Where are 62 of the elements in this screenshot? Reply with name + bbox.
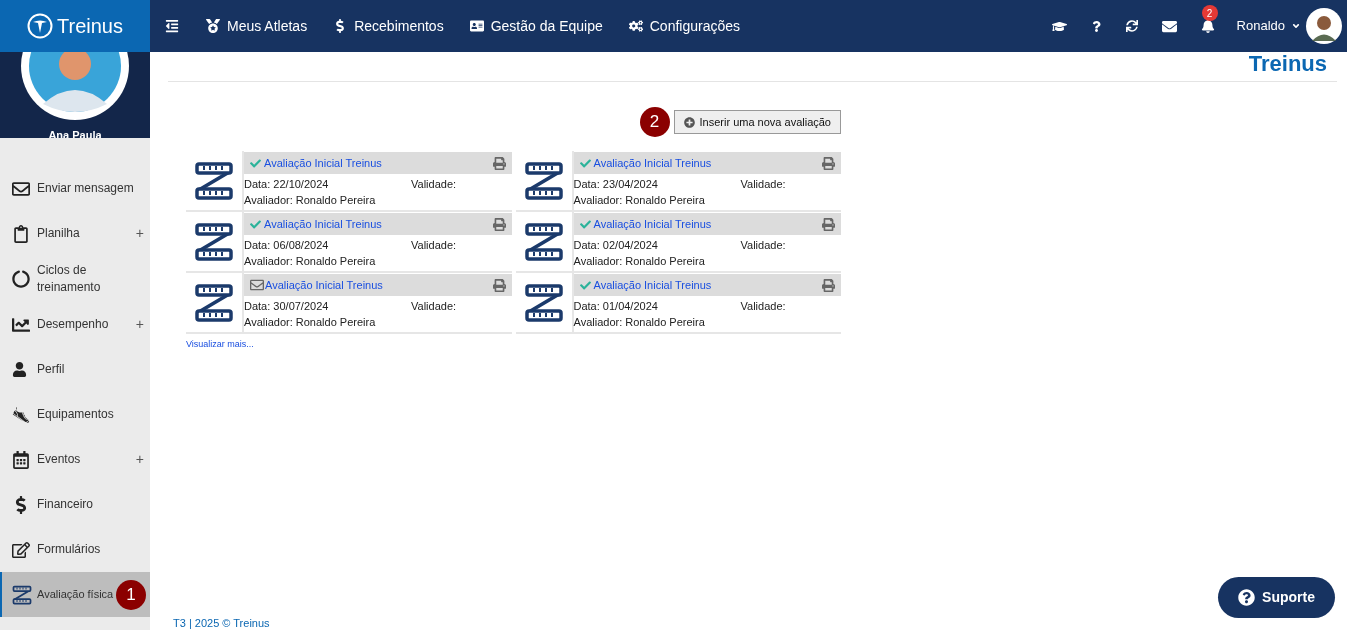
evaluation-date: Data: 02/04/2024 [573,237,659,253]
sidebar-item[interactable]: Avaliação física 1 [0,572,150,617]
sidebar-label: Eventos [37,451,82,468]
evaluation-link[interactable]: Avaliação Inicial Treinus [593,276,712,294]
footer-text: T3 | 2025 © Treinus [173,617,271,630]
sidebar-item[interactable]: Formulários [0,527,150,572]
expand-toggle[interactable]: + [135,449,146,470]
sidebar-label: Enviar mensagem [37,180,135,197]
evaluator-name: Avaliador: Ronaldo Pereira [244,315,377,330]
add-evaluation-button[interactable]: Inserir uma nova avaliação [673,110,841,134]
evaluator-name: Avaliador: Ronaldo Pereira [244,193,377,208]
evaluation-link[interactable]: Avaliação Inicial Treinus [265,276,383,294]
step-marker: 2 [639,107,670,137]
nav-link[interactable]: Configurações [615,0,754,52]
logo-area[interactable]: Treinus [0,0,150,52]
evaluation-validity: Validade: [740,298,786,314]
evaluation-validity: Validade: [411,176,457,192]
sidebar-label: Financeiro [37,496,95,513]
evaluation-link[interactable]: Avaliação Inicial Treinus [264,154,382,172]
sidebar-label: Formulários [37,541,102,558]
nav-link[interactable]: Recebimentos [320,0,457,52]
nav-link[interactable]: Gestão da Equipe [456,0,616,52]
evaluation-link[interactable]: Avaliação Inicial Treinus [593,215,712,233]
sidebar-item[interactable]: Equipamentos [0,392,150,437]
nav-link[interactable]: Meus Atletas [193,0,321,52]
sidebar-label: Avaliação física [37,587,115,602]
evaluator-name: Avaliador: Ronaldo Pereira [573,193,706,208]
evaluation-date: Data: 06/08/2024 [244,237,330,253]
sidebar-item[interactable]: Perfil [0,347,150,392]
evaluation-validity: Validade: [740,176,786,192]
evaluation-link[interactable]: Avaliação Inicial Treinus [264,215,382,233]
sidebar-item[interactable]: Desempenho + [0,302,150,347]
notification-badge: 2 [1201,5,1218,21]
evaluation-date: Data: 30/07/2024 [244,298,330,314]
sidebar-item[interactable]: Enviar mensagem [0,166,150,211]
sidebar-item[interactable]: Planilha + [0,211,150,256]
support-button[interactable]: Suporte [1218,577,1335,618]
logo-text: Treinus [57,14,123,39]
view-more-link[interactable]: Visualizar mais... [186,338,841,352]
evaluation-date: Data: 23/04/2024 [573,176,659,192]
brand-logo: Treinus [1248,52,1327,76]
sidebar-label: Planilha [37,225,81,242]
evaluator-name: Avaliador: Ronaldo Pereira [573,254,706,269]
sidebar-label: Equipamentos [37,406,115,423]
evaluation-validity: Validade: [411,298,457,314]
step-marker: 1 [116,579,146,610]
user-menu[interactable]: Ronaldo [1236,16,1301,36]
evaluation-date: Data: 22/10/2024 [244,176,330,192]
evaluation-validity: Validade: [411,237,457,253]
expand-toggle[interactable]: + [135,223,146,244]
expand-toggle[interactable]: + [135,314,146,335]
sidebar-item[interactable]: Financeiro [0,482,150,527]
sidebar-item[interactable]: Eventos + [0,437,150,482]
evaluation-validity: Validade: [740,237,786,253]
evaluation-date: Data: 01/04/2024 [573,298,659,314]
evaluator-name: Avaliador: Ronaldo Pereira [573,315,706,330]
evaluator-name: Avaliador: Ronaldo Pereira [244,254,377,269]
sidebar-item[interactable]: Ciclos de treinamento [0,256,150,302]
sidebar-label: Ciclos de treinamento [37,262,102,296]
sidebar-label: Perfil [37,361,66,378]
evaluation-link[interactable]: Avaliação Inicial Treinus [593,154,712,172]
sidebar-label: Desempenho [37,316,110,333]
